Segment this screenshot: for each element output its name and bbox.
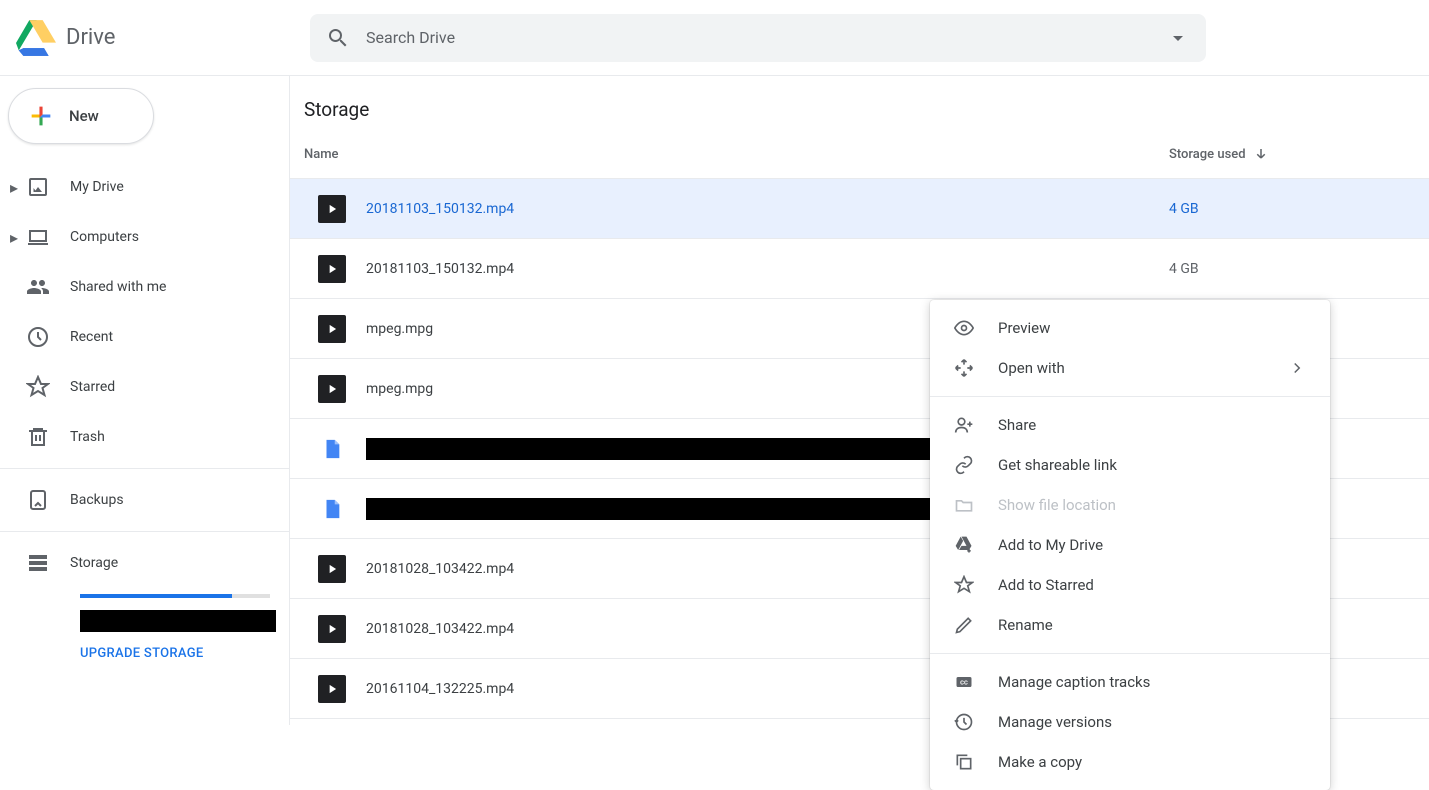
col-name-header[interactable]: Name	[304, 147, 1169, 162]
new-button[interactable]: New	[8, 88, 154, 144]
cm-show-location: Show file location	[930, 485, 1330, 525]
page-title: Storage	[290, 76, 1429, 121]
pencil-icon	[954, 615, 974, 635]
recent-icon	[26, 325, 50, 349]
app-header: Drive	[0, 0, 1429, 76]
search-icon	[326, 26, 350, 50]
product-name: Drive	[66, 25, 115, 50]
context-menu: Preview Open with Share Get shareable li…	[930, 300, 1330, 790]
file-name: 20181103_150132.mp4	[366, 201, 1169, 217]
file-row[interactable]: 20181103_150132.mp44 GB	[290, 179, 1429, 239]
storage-icon	[26, 551, 50, 575]
plus-icon	[27, 102, 55, 130]
video-thumb-icon	[318, 675, 346, 703]
cm-copy[interactable]: Make a copy	[930, 742, 1330, 782]
nav-starred[interactable]: Starred	[0, 362, 289, 412]
col-size-header[interactable]: Storage used	[1169, 146, 1429, 164]
copy-icon	[954, 752, 974, 772]
svg-text:CC: CC	[960, 681, 968, 687]
cm-share[interactable]: Share	[930, 405, 1330, 445]
nav-my-drive[interactable]: ▸ My Drive	[0, 162, 289, 212]
nav-shared[interactable]: Shared with me	[0, 262, 289, 312]
video-thumb-icon	[318, 375, 346, 403]
history-icon	[954, 712, 974, 732]
star-outline-icon	[954, 575, 974, 595]
file-row[interactable]: 20181103_150132.mp44 GB	[290, 239, 1429, 299]
open-with-icon	[954, 358, 974, 378]
video-thumb-icon	[318, 195, 346, 223]
video-thumb-icon	[318, 255, 346, 283]
video-thumb-icon	[318, 315, 346, 343]
chevron-right-icon	[1288, 359, 1306, 377]
star-icon	[26, 375, 50, 399]
storage-usage-redacted	[80, 610, 276, 632]
cm-get-link[interactable]: Get shareable link	[930, 445, 1330, 485]
search-options-caret-icon[interactable]	[1166, 26, 1190, 50]
cm-rename[interactable]: Rename	[930, 605, 1330, 645]
upgrade-storage-link[interactable]: UPGRADE STORAGE	[80, 646, 289, 661]
computers-icon	[26, 225, 50, 249]
storage-progress	[80, 594, 270, 598]
cm-versions[interactable]: Manage versions	[930, 702, 1330, 742]
logo-area[interactable]: Drive	[0, 20, 310, 56]
video-thumb-icon	[318, 615, 346, 643]
expand-caret-icon[interactable]: ▸	[6, 178, 22, 197]
drive-logo-icon	[16, 20, 56, 56]
new-label: New	[69, 107, 99, 125]
nav-backups[interactable]: Backups	[0, 475, 289, 525]
nav-list: ▸ My Drive ▸ Computers Shared with me Re…	[0, 162, 289, 588]
expand-caret-icon[interactable]: ▸	[6, 228, 22, 247]
nav-storage[interactable]: Storage	[0, 538, 289, 588]
nav-computers[interactable]: ▸ Computers	[0, 212, 289, 262]
cm-add-to-drive[interactable]: Add to My Drive	[930, 525, 1330, 565]
cm-captions[interactable]: CC Manage caption tracks	[930, 662, 1330, 702]
doc-thumb-icon	[318, 495, 346, 523]
backups-icon	[26, 488, 50, 512]
cm-add-to-starred[interactable]: Add to Starred	[930, 565, 1330, 605]
search-input[interactable]	[366, 28, 1166, 47]
drive-add-icon	[954, 535, 974, 555]
doc-thumb-icon	[318, 435, 346, 463]
sort-arrow-down-icon	[1252, 146, 1270, 164]
sidebar: New ▸ My Drive ▸ Computers Shared with m…	[0, 76, 290, 725]
content-area: Storage Name Storage used 20181103_15013…	[290, 76, 1429, 725]
cc-icon: CC	[954, 672, 974, 692]
cm-preview[interactable]: Preview	[930, 308, 1330, 348]
video-thumb-icon	[318, 555, 346, 583]
eye-icon	[954, 318, 974, 338]
my-drive-icon	[26, 175, 50, 199]
file-size: 4 GB	[1169, 261, 1429, 277]
nav-trash[interactable]: Trash	[0, 412, 289, 462]
link-icon	[954, 455, 974, 475]
trash-icon	[26, 425, 50, 449]
cm-open-with[interactable]: Open with	[930, 348, 1330, 388]
folder-icon	[954, 495, 974, 515]
file-name: 20181103_150132.mp4	[366, 261, 1169, 277]
search-bar[interactable]	[310, 14, 1206, 62]
shared-icon	[26, 275, 50, 299]
table-header: Name Storage used	[290, 131, 1429, 179]
file-size: 4 GB	[1169, 201, 1429, 217]
person-add-icon	[954, 415, 974, 435]
nav-recent[interactable]: Recent	[0, 312, 289, 362]
